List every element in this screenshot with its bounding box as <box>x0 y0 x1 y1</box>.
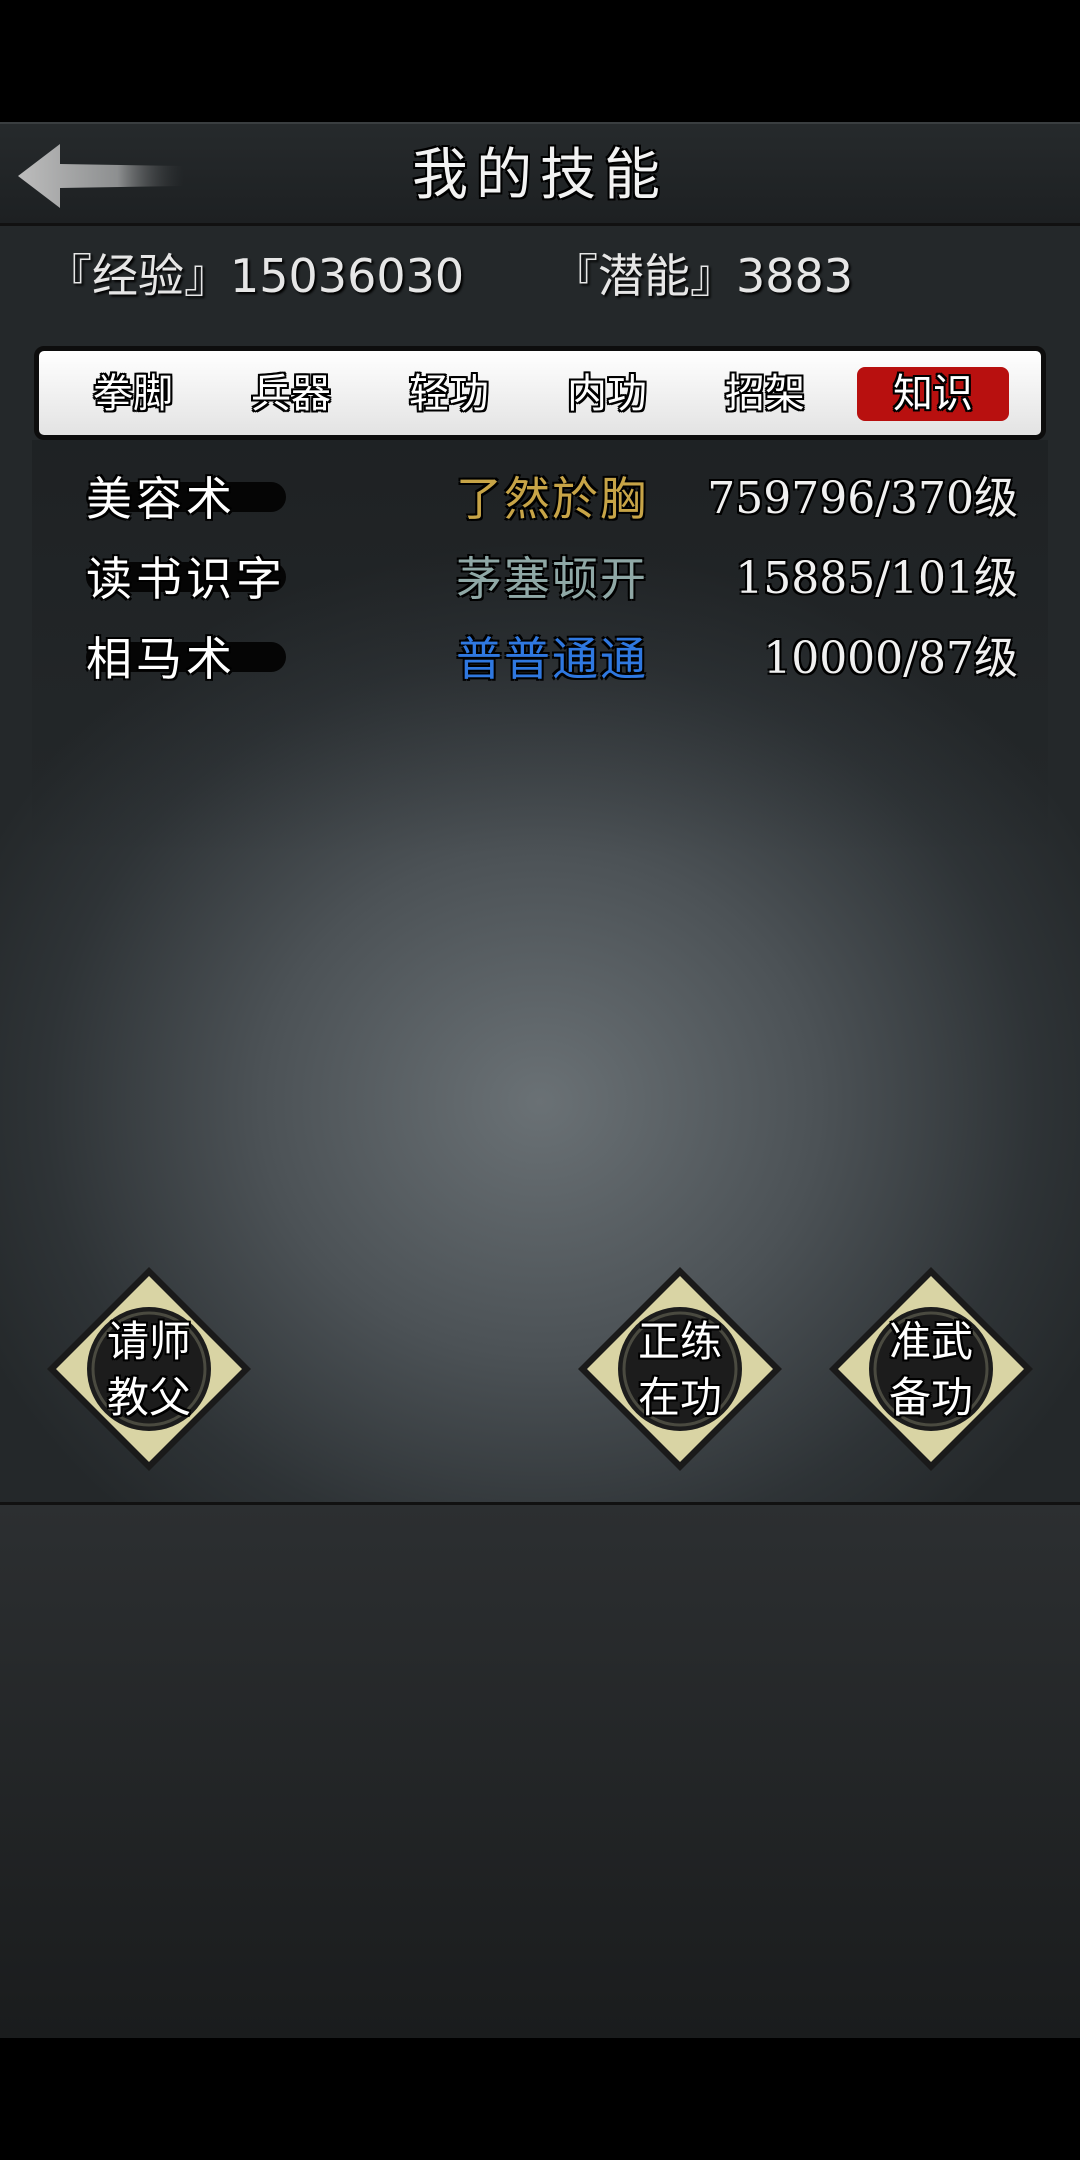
button-label: 教父 <box>106 1373 191 1422</box>
tab-parry[interactable]: 招架 <box>709 367 821 421</box>
status-bar-area <box>0 0 1080 122</box>
ask-teacher-button[interactable]: 请师 教父 <box>44 1264 254 1474</box>
tab-lightness[interactable]: 轻功 <box>393 367 505 421</box>
tab-knowledge[interactable]: 知识 <box>857 367 1009 421</box>
button-label: 备功 <box>888 1373 973 1422</box>
experience-stat: 『经验』15036030 <box>46 240 464 306</box>
experience-value: 15036030 <box>230 249 465 303</box>
experience-label: 『经验』 <box>46 249 230 303</box>
practicing-button[interactable]: 正练 在功 <box>575 1264 785 1474</box>
button-label: 正练 <box>637 1317 722 1366</box>
tab-fist[interactable]: 拳脚 <box>77 367 189 421</box>
potential-label: 『潜能』 <box>552 249 736 303</box>
skill-rank: 普普通通 <box>456 632 648 686</box>
back-arrow-icon[interactable] <box>14 140 184 212</box>
skill-level: 759796/370级 <box>707 473 1018 524</box>
skill-name: 美容术 <box>86 472 236 526</box>
skill-rank: 了然於胸 <box>456 472 648 526</box>
tab-weapon[interactable]: 兵器 <box>235 367 347 421</box>
skill-name: 读书识字 <box>86 552 286 606</box>
potential-value: 3883 <box>736 249 854 303</box>
skill-rank: 茅塞顿开 <box>456 552 648 606</box>
skill-name: 相马术 <box>86 632 236 686</box>
skill-row[interactable]: 美容术 了然於胸 759796/370级 <box>0 464 1080 534</box>
potential-stat: 『潜能』3883 <box>552 240 853 306</box>
stats-row: 『经验』15036030 『潜能』3883 <box>0 240 1080 310</box>
skill-category-tabs: 拳脚 兵器 轻功 内功 招架 知识 <box>34 346 1046 440</box>
button-label: 准武 <box>888 1317 973 1366</box>
skill-level: 10000/87级 <box>763 633 1018 684</box>
lower-panel <box>0 1502 1080 2038</box>
button-label: 请师 <box>106 1317 191 1366</box>
navigation-bar-area <box>0 2038 1080 2160</box>
header-bar: 我的技能 <box>0 122 1080 226</box>
skill-row[interactable]: 相马术 普普通通 10000/87级 <box>0 624 1080 694</box>
skill-level: 15885/101级 <box>735 553 1018 604</box>
button-label: 在功 <box>637 1373 722 1422</box>
prepare-button[interactable]: 准武 备功 <box>826 1264 1036 1474</box>
skill-row[interactable]: 读书识字 茅塞顿开 15885/101级 <box>0 544 1080 614</box>
tab-internal[interactable]: 内功 <box>551 367 663 421</box>
